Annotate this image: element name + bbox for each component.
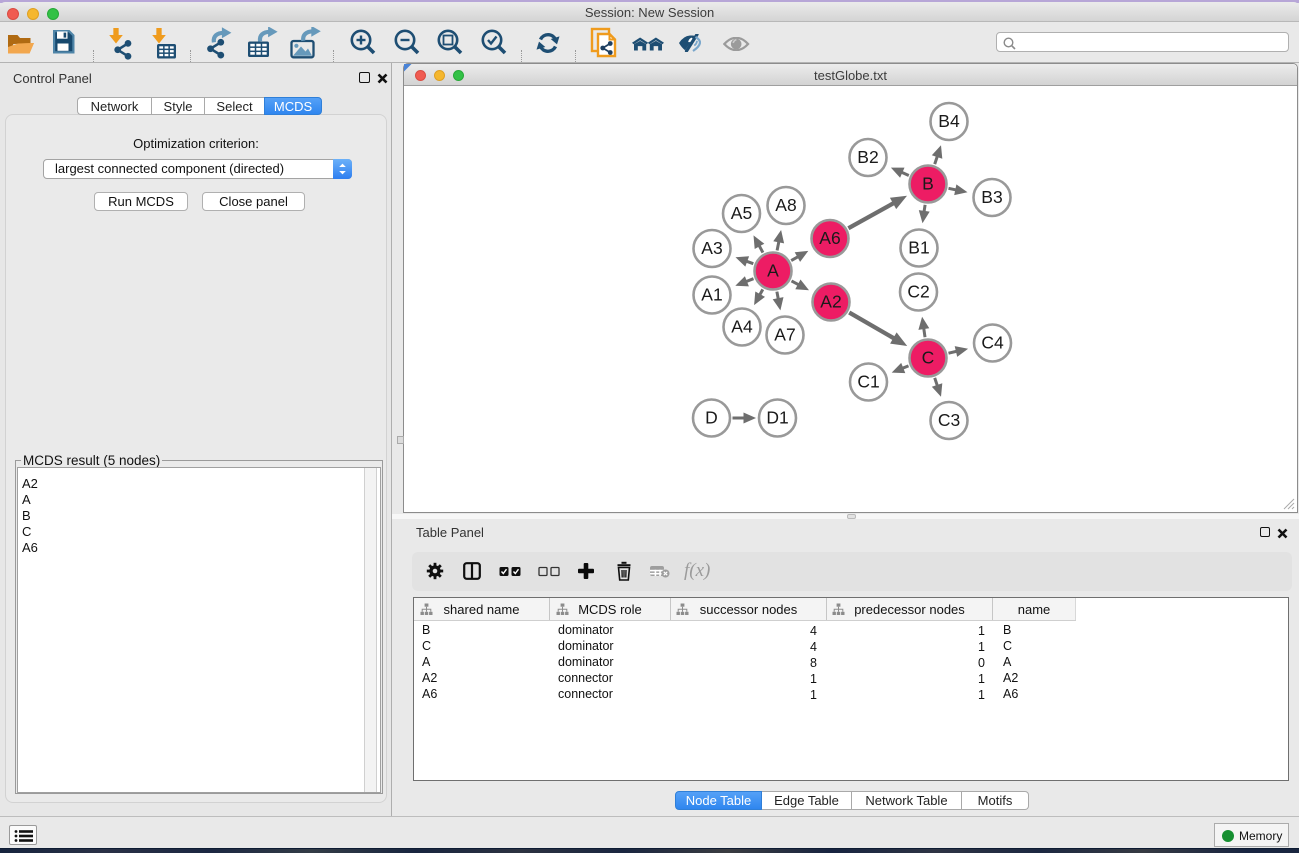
svg-text:A: A <box>767 261 779 281</box>
svg-text:C: C <box>922 348 935 368</box>
svg-text:C1: C1 <box>857 372 879 392</box>
svg-text:A4: A4 <box>731 317 753 337</box>
svg-text:A5: A5 <box>731 203 752 223</box>
svg-text:B4: B4 <box>938 111 960 131</box>
svg-text:C2: C2 <box>907 282 929 302</box>
svg-text:A2: A2 <box>820 292 841 312</box>
svg-text:C4: C4 <box>981 333 1004 353</box>
svg-text:A1: A1 <box>701 285 722 305</box>
svg-text:D1: D1 <box>766 408 788 428</box>
svg-text:B1: B1 <box>908 238 929 258</box>
svg-text:B: B <box>922 174 934 194</box>
svg-text:A3: A3 <box>701 238 722 258</box>
svg-text:A7: A7 <box>774 325 795 345</box>
svg-text:C3: C3 <box>938 410 960 430</box>
svg-text:B3: B3 <box>981 187 1002 207</box>
svg-text:D: D <box>705 408 718 428</box>
svg-text:A8: A8 <box>775 195 796 215</box>
svg-text:B2: B2 <box>857 147 878 167</box>
svg-text:A6: A6 <box>819 228 840 248</box>
